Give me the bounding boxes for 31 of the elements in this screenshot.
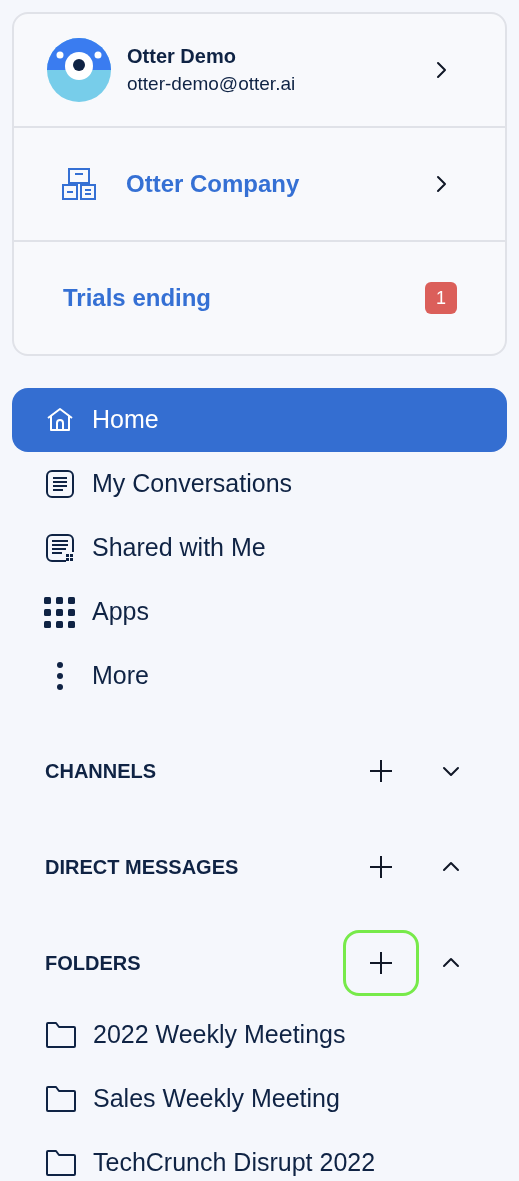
trials-row[interactable]: Trials ending 1 bbox=[14, 242, 505, 354]
folder-icon bbox=[45, 1149, 77, 1177]
plus-icon bbox=[369, 855, 393, 879]
folder-icon bbox=[45, 1021, 77, 1049]
shared-document-icon bbox=[44, 532, 76, 564]
nav-item[interactable]: Apps bbox=[12, 580, 507, 644]
folder-item[interactable]: Sales Weekly Meeting bbox=[12, 1067, 507, 1131]
nav-item[interactable]: More bbox=[12, 644, 507, 708]
document-icon bbox=[44, 468, 76, 500]
trials-label: Trials ending bbox=[63, 283, 213, 313]
section-heading: DIRECT MESSAGES bbox=[45, 855, 240, 880]
nav-item[interactable]: Home bbox=[12, 388, 507, 452]
more-icon bbox=[57, 662, 63, 690]
account-name: Otter Demo bbox=[127, 44, 237, 69]
account-row[interactable]: Otter Demo otter-demo@otter.ai bbox=[14, 14, 505, 128]
section-heading: FOLDERS bbox=[45, 951, 142, 976]
folder-item[interactable]: 2022 Weekly Meetings bbox=[12, 1003, 507, 1067]
section-heading: CHANNELS bbox=[45, 759, 158, 784]
nav-item[interactable]: Shared with Me bbox=[12, 516, 507, 580]
plus-icon bbox=[369, 759, 393, 783]
building-icon bbox=[62, 167, 96, 201]
grid-icon bbox=[44, 596, 76, 628]
avatar-icon bbox=[47, 38, 111, 102]
account-email: otter-demo@otter.ai bbox=[127, 72, 297, 96]
workspace-name: Otter Company bbox=[126, 169, 301, 199]
count-badge: 1 bbox=[425, 282, 457, 314]
plus-icon bbox=[369, 951, 393, 975]
workspace-row[interactable]: Otter Company bbox=[14, 128, 505, 242]
folder-item[interactable]: TechCrunch Disrupt 2022 bbox=[12, 1131, 507, 1181]
folder-icon bbox=[45, 1085, 77, 1113]
nav-item[interactable]: My Conversations bbox=[12, 452, 507, 516]
